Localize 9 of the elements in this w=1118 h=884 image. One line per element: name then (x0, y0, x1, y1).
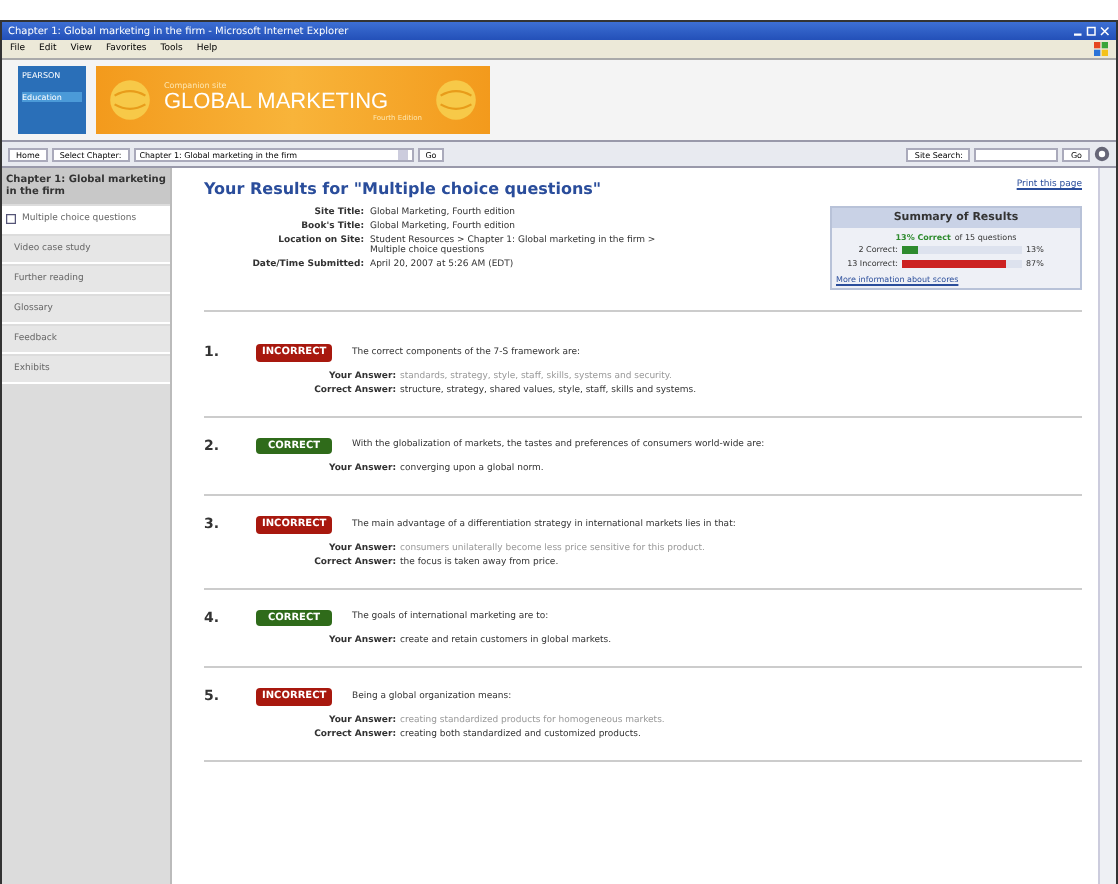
search-field[interactable] (974, 147, 1059, 161)
checkbox-icon (6, 214, 16, 224)
scrollbar[interactable] (1098, 168, 1116, 884)
globe-icon (108, 78, 152, 122)
globe-icon (434, 78, 478, 122)
results-heading: Your Results for "Multiple choice questions" (204, 180, 604, 198)
windows-logo-icon (1094, 42, 1108, 56)
window-controls-icon[interactable] (1074, 25, 1110, 37)
banner-title: GLOBAL MARKETING (164, 89, 391, 113)
